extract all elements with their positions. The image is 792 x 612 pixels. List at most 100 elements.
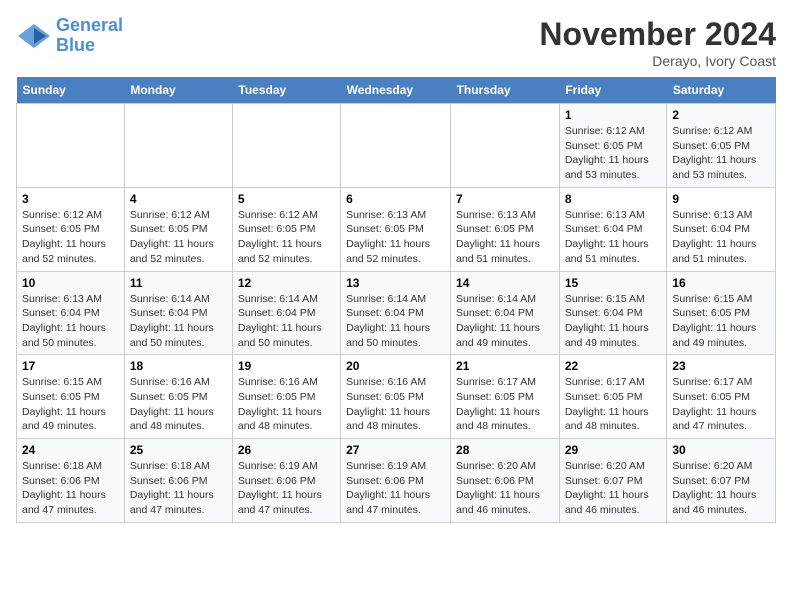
day-number: 6 xyxy=(346,192,445,206)
header-friday: Friday xyxy=(559,77,667,104)
day-info: Sunrise: 6:17 AM Sunset: 6:05 PM Dayligh… xyxy=(456,375,554,434)
day-info: Sunrise: 6:20 AM Sunset: 6:06 PM Dayligh… xyxy=(456,459,554,518)
day-number: 5 xyxy=(238,192,335,206)
day-info: Sunrise: 6:15 AM Sunset: 6:05 PM Dayligh… xyxy=(22,375,119,434)
page-header: General Blue November 2024 Derayo, Ivory… xyxy=(16,16,776,69)
header-monday: Monday xyxy=(124,77,232,104)
calendar-cell-w1-d1 xyxy=(124,104,232,188)
day-info: Sunrise: 6:15 AM Sunset: 6:04 PM Dayligh… xyxy=(565,292,662,351)
day-number: 4 xyxy=(130,192,227,206)
day-info: Sunrise: 6:20 AM Sunset: 6:07 PM Dayligh… xyxy=(672,459,770,518)
day-info: Sunrise: 6:12 AM Sunset: 6:05 PM Dayligh… xyxy=(672,124,770,183)
calendar-body: 1 Sunrise: 6:12 AM Sunset: 6:05 PM Daylig… xyxy=(17,104,776,523)
header-saturday: Saturday xyxy=(667,77,776,104)
day-info: Sunrise: 6:12 AM Sunset: 6:05 PM Dayligh… xyxy=(130,208,227,267)
day-info: Sunrise: 6:13 AM Sunset: 6:04 PM Dayligh… xyxy=(22,292,119,351)
day-number: 3 xyxy=(22,192,119,206)
calendar-cell-w1-d2 xyxy=(232,104,340,188)
calendar-cell-w4-d3: 20Sunrise: 6:16 AM Sunset: 6:05 PM Dayli… xyxy=(341,355,451,439)
calendar-cell-w2-d6: 9 Sunrise: 6:13 AM Sunset: 6:04 PM Daylig… xyxy=(667,187,776,271)
calendar-cell-w2-d2: 5Sunrise: 6:12 AM Sunset: 6:05 PM Daylig… xyxy=(232,187,340,271)
calendar-cell-w3-d5: 15 Sunrise: 6:15 AM Sunset: 6:04 PM Dayli… xyxy=(559,271,667,355)
header-thursday: Thursday xyxy=(451,77,560,104)
calendar-cell-w3-d3: 13 Sunrise: 6:14 AM Sunset: 6:04 PM Dayli… xyxy=(341,271,451,355)
day-info: Sunrise: 6:14 AM Sunset: 6:04 PM Dayligh… xyxy=(130,292,227,351)
day-number: 1 xyxy=(565,108,662,122)
header-sunday: Sunday xyxy=(17,77,125,104)
calendar-cell-w1-d5: 1 Sunrise: 6:12 AM Sunset: 6:05 PM Daylig… xyxy=(559,104,667,188)
calendar-cell-w2-d0: 3Sunrise: 6:12 AM Sunset: 6:05 PM Daylig… xyxy=(17,187,125,271)
calendar-cell-w5-d2: 26 Sunrise: 6:19 AM Sunset: 6:06 PM Dayli… xyxy=(232,439,340,523)
calendar-cell-w1-d4 xyxy=(451,104,560,188)
week-row-2: 3 Sunrise: 6:12 AM Sunset: 6:05 PM Daylig… xyxy=(17,187,776,271)
day-info: Sunrise: 6:14 AM Sunset: 6:04 PM Dayligh… xyxy=(238,292,335,351)
month-title: November 2024 xyxy=(539,16,776,53)
day-number: 16 xyxy=(672,276,770,290)
day-number: 29 xyxy=(565,443,662,457)
day-number: 8 xyxy=(565,192,662,206)
calendar-table: SundayMondayTuesdayWednesdayThursdayFrid… xyxy=(16,77,776,523)
calendar-cell-w5-d1: 25 Sunrise: 6:18 AM Sunset: 6:06 PM Dayli… xyxy=(124,439,232,523)
day-info: Sunrise: 6:17 AM Sunset: 6:05 PM Dayligh… xyxy=(565,375,662,434)
calendar-cell-w4-d4: 21 Sunrise: 6:17 AM Sunset: 6:05 PM Dayli… xyxy=(451,355,560,439)
day-info: Sunrise: 6:16 AM Sunset: 6:05 PM Dayligh… xyxy=(130,375,227,434)
day-info: Sunrise: 6:20 AM Sunset: 6:07 PM Dayligh… xyxy=(565,459,662,518)
day-number: 14 xyxy=(456,276,554,290)
calendar-cell-w2-d1: 4 Sunrise: 6:12 AM Sunset: 6:05 PM Daylig… xyxy=(124,187,232,271)
calendar-cell-w4-d5: 22 Sunrise: 6:17 AM Sunset: 6:05 PM Dayli… xyxy=(559,355,667,439)
day-number: 25 xyxy=(130,443,227,457)
day-number: 22 xyxy=(565,359,662,373)
calendar-cell-w1-d6: 2 Sunrise: 6:12 AM Sunset: 6:05 PM Daylig… xyxy=(667,104,776,188)
week-row-1: 1 Sunrise: 6:12 AM Sunset: 6:05 PM Daylig… xyxy=(17,104,776,188)
calendar-cell-w5-d4: 28Sunrise: 6:20 AM Sunset: 6:06 PM Dayli… xyxy=(451,439,560,523)
week-row-3: 10Sunrise: 6:13 AM Sunset: 6:04 PM Dayli… xyxy=(17,271,776,355)
header-wednesday: Wednesday xyxy=(341,77,451,104)
day-number: 13 xyxy=(346,276,445,290)
location-subtitle: Derayo, Ivory Coast xyxy=(539,53,776,69)
day-info: Sunrise: 6:15 AM Sunset: 6:05 PM Dayligh… xyxy=(672,292,770,351)
day-info: Sunrise: 6:17 AM Sunset: 6:05 PM Dayligh… xyxy=(672,375,770,434)
calendar-cell-w3-d6: 16 Sunrise: 6:15 AM Sunset: 6:05 PM Dayli… xyxy=(667,271,776,355)
day-info: Sunrise: 6:13 AM Sunset: 6:04 PM Dayligh… xyxy=(672,208,770,267)
day-number: 19 xyxy=(238,359,335,373)
day-number: 12 xyxy=(238,276,335,290)
day-number: 18 xyxy=(130,359,227,373)
calendar-cell-w5-d6: 30 Sunrise: 6:20 AM Sunset: 6:07 PM Dayli… xyxy=(667,439,776,523)
logo: General Blue xyxy=(16,16,123,56)
calendar-cell-w2-d5: 8 Sunrise: 6:13 AM Sunset: 6:04 PM Daylig… xyxy=(559,187,667,271)
calendar-cell-w3-d4: 14 Sunrise: 6:14 AM Sunset: 6:04 PM Dayli… xyxy=(451,271,560,355)
calendar-cell-w2-d4: 7 Sunrise: 6:13 AM Sunset: 6:05 PM Daylig… xyxy=(451,187,560,271)
calendar-cell-w1-d3 xyxy=(341,104,451,188)
day-number: 7 xyxy=(456,192,554,206)
day-info: Sunrise: 6:19 AM Sunset: 6:06 PM Dayligh… xyxy=(346,459,445,518)
day-info: Sunrise: 6:14 AM Sunset: 6:04 PM Dayligh… xyxy=(456,292,554,351)
week-row-5: 24 Sunrise: 6:18 AM Sunset: 6:06 PM Dayli… xyxy=(17,439,776,523)
day-number: 30 xyxy=(672,443,770,457)
day-number: 21 xyxy=(456,359,554,373)
calendar-cell-w5-d3: 27Sunrise: 6:19 AM Sunset: 6:06 PM Dayli… xyxy=(341,439,451,523)
day-info: Sunrise: 6:13 AM Sunset: 6:05 PM Dayligh… xyxy=(346,208,445,267)
day-number: 17 xyxy=(22,359,119,373)
day-number: 2 xyxy=(672,108,770,122)
day-info: Sunrise: 6:13 AM Sunset: 6:04 PM Dayligh… xyxy=(565,208,662,267)
logo-text: General Blue xyxy=(56,16,123,56)
day-info: Sunrise: 6:18 AM Sunset: 6:06 PM Dayligh… xyxy=(130,459,227,518)
day-number: 15 xyxy=(565,276,662,290)
calendar-cell-w3-d0: 10Sunrise: 6:13 AM Sunset: 6:04 PM Dayli… xyxy=(17,271,125,355)
day-number: 9 xyxy=(672,192,770,206)
day-info: Sunrise: 6:12 AM Sunset: 6:05 PM Dayligh… xyxy=(565,124,662,183)
header-tuesday: Tuesday xyxy=(232,77,340,104)
calendar-header: SundayMondayTuesdayWednesdayThursdayFrid… xyxy=(17,77,776,104)
calendar-cell-w4-d1: 18 Sunrise: 6:16 AM Sunset: 6:05 PM Dayli… xyxy=(124,355,232,439)
title-block: November 2024 Derayo, Ivory Coast xyxy=(539,16,776,69)
day-info: Sunrise: 6:16 AM Sunset: 6:05 PM Dayligh… xyxy=(346,375,445,434)
day-info: Sunrise: 6:16 AM Sunset: 6:05 PM Dayligh… xyxy=(238,375,335,434)
calendar-cell-w1-d0 xyxy=(17,104,125,188)
day-info: Sunrise: 6:13 AM Sunset: 6:05 PM Dayligh… xyxy=(456,208,554,267)
day-number: 24 xyxy=(22,443,119,457)
day-number: 26 xyxy=(238,443,335,457)
day-info: Sunrise: 6:19 AM Sunset: 6:06 PM Dayligh… xyxy=(238,459,335,518)
logo-icon xyxy=(16,22,52,50)
day-info: Sunrise: 6:14 AM Sunset: 6:04 PM Dayligh… xyxy=(346,292,445,351)
calendar-cell-w4-d2: 19 Sunrise: 6:16 AM Sunset: 6:05 PM Dayli… xyxy=(232,355,340,439)
